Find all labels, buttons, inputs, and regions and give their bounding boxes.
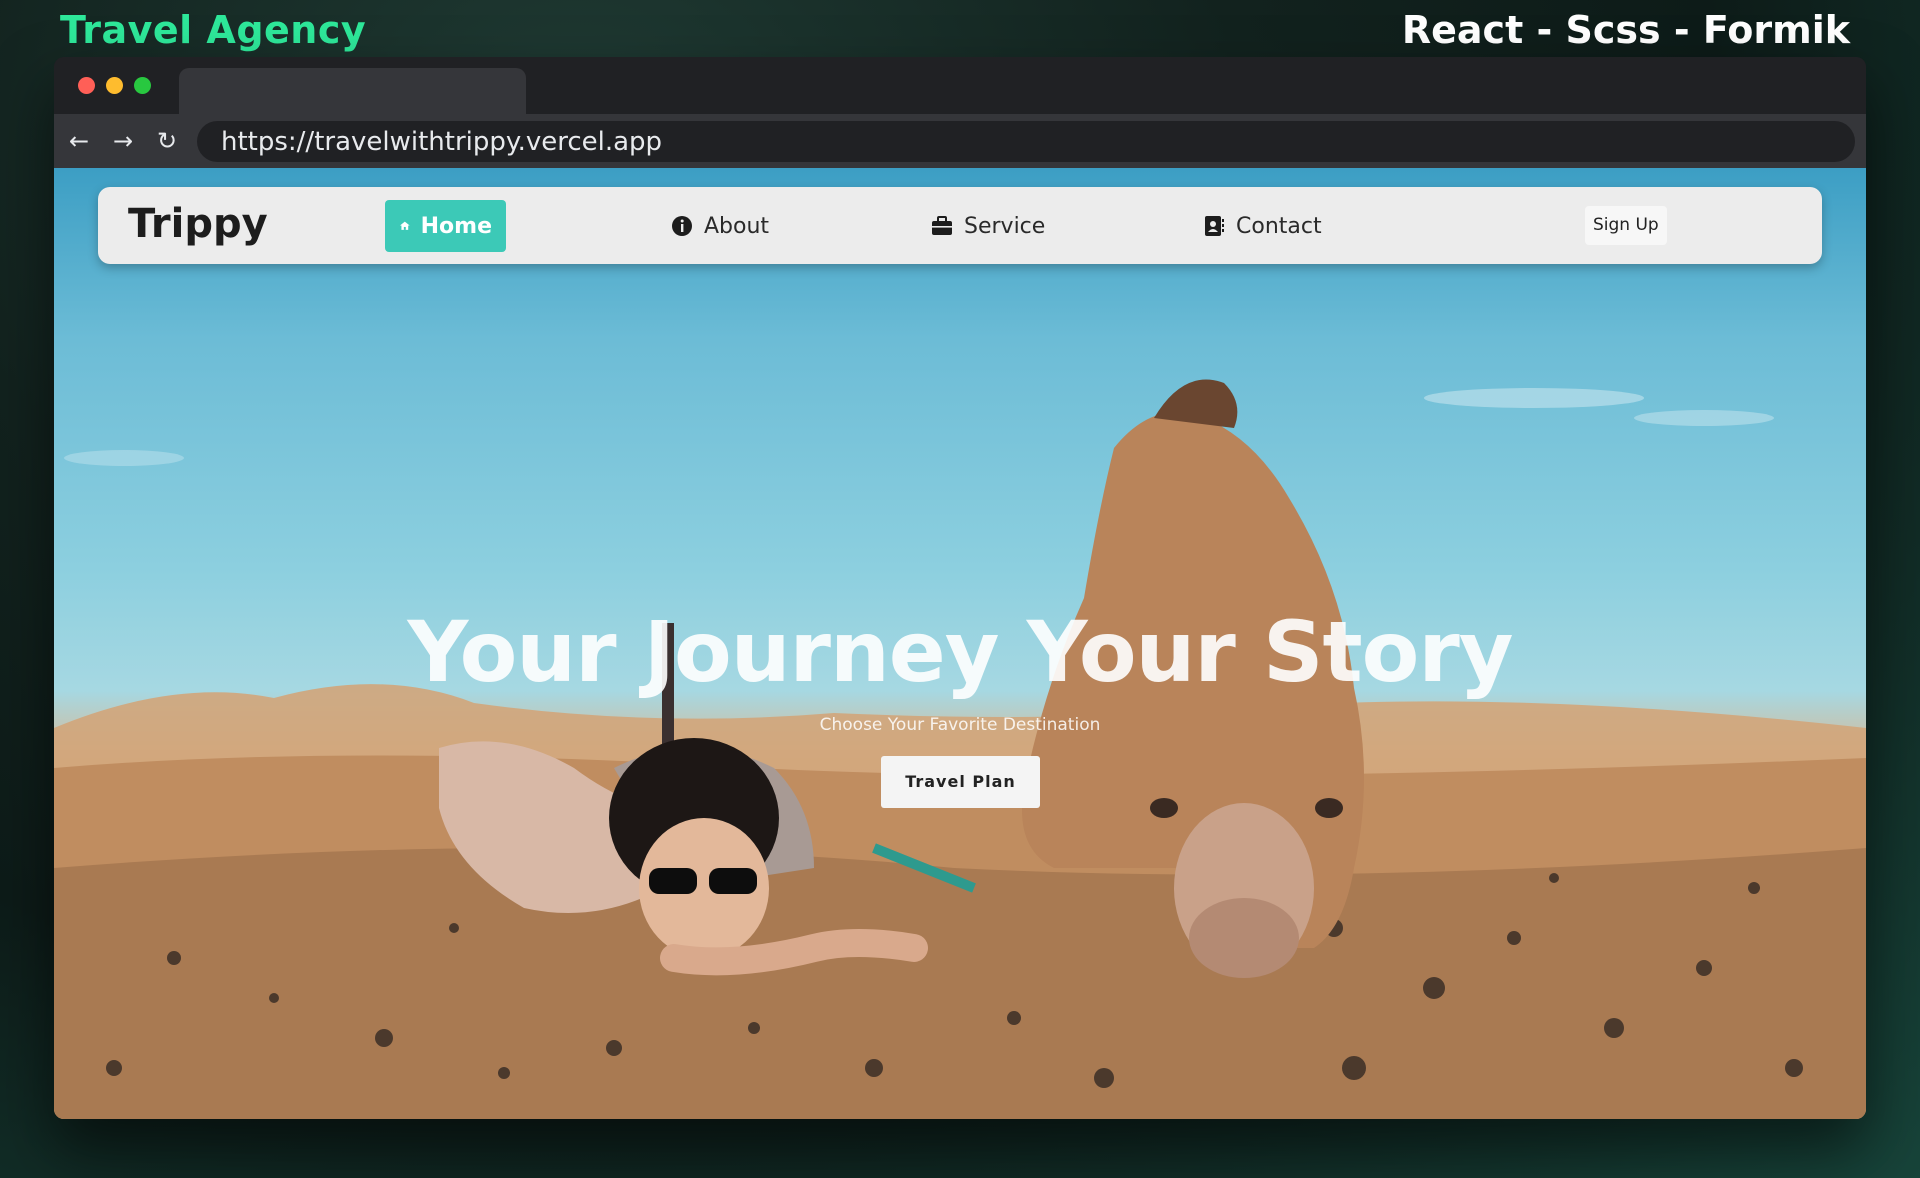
promo-title-left: Travel Agency [60, 8, 367, 52]
promo-title-right: React - Scss - Formik [1401, 8, 1850, 52]
nav-service[interactable]: Service [916, 200, 1059, 252]
back-arrow-icon[interactable]: ← [62, 124, 96, 158]
brand-logo[interactable]: Trippy [128, 201, 268, 247]
nav-home-label: Home [420, 213, 492, 239]
nav-contact[interactable]: Contact [1188, 200, 1336, 252]
contact-book-icon [1205, 216, 1224, 236]
nav-contact-label: Contact [1236, 213, 1322, 239]
browser-toolbar: ← → ↻ https://travelwithtrippy.vercel.ap… [54, 114, 1866, 168]
nav-service-label: Service [964, 213, 1046, 239]
briefcase-icon [932, 216, 952, 235]
minimize-window-button[interactable] [106, 77, 123, 94]
address-bar[interactable]: https://travelwithtrippy.vercel.app [197, 121, 1855, 162]
home-icon [399, 221, 410, 230]
info-icon [672, 216, 692, 236]
forward-arrow-icon[interactable]: → [106, 124, 140, 158]
maximize-window-button[interactable] [134, 77, 151, 94]
nav-home[interactable]: Home [385, 200, 506, 252]
browser-titlebar [54, 57, 1866, 114]
travel-plan-button[interactable]: Travel Plan [881, 756, 1040, 808]
close-window-button[interactable] [78, 77, 95, 94]
hero-subtitle: Choose Your Favorite Destination [819, 715, 1101, 735]
hero-title: Your Journey Your Story [407, 603, 1513, 701]
nav-about[interactable]: About [656, 200, 783, 252]
nav-about-label: About [704, 213, 770, 239]
browser-tab[interactable] [179, 68, 526, 114]
browser-window: ← → ↻ https://travelwithtrippy.vercel.ap… [54, 57, 1866, 1119]
page-viewport: Trippy Home About Service Contact Sign U… [54, 168, 1866, 1119]
signup-button[interactable]: Sign Up [1585, 206, 1667, 245]
reload-icon[interactable]: ↻ [150, 124, 184, 158]
site-navbar: Trippy Home About Service Contact Sign U… [98, 187, 1822, 264]
